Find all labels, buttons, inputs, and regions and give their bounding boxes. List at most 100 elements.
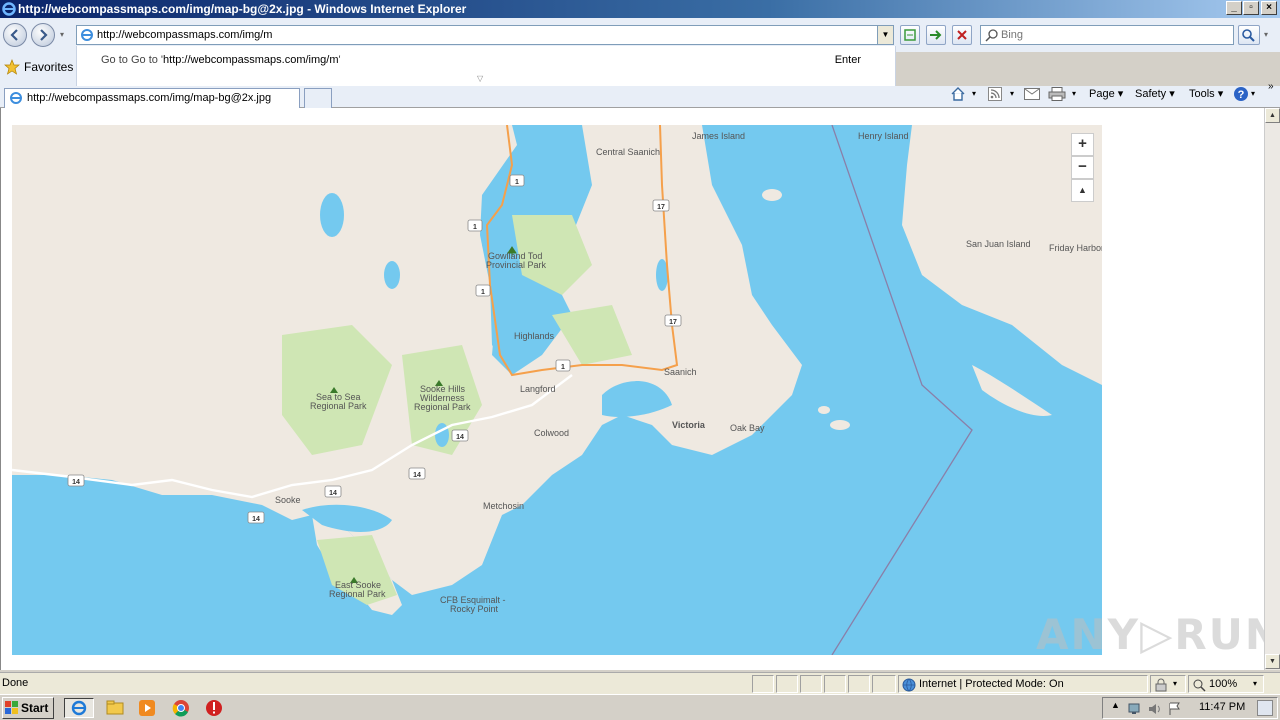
security-zone[interactable]: Internet | Protected Mode: On xyxy=(898,675,1148,693)
search-button[interactable] xyxy=(1238,25,1260,45)
help-icon[interactable]: ? xyxy=(1233,86,1249,102)
feeds-dropdown-icon[interactable]: ▾ xyxy=(1010,87,1014,101)
svg-text:1: 1 xyxy=(473,224,477,231)
label-oak-bay: Oak Bay xyxy=(730,423,765,433)
windows-logo-icon xyxy=(5,701,18,714)
go-button[interactable] xyxy=(926,25,946,45)
favorites-label: Favorites xyxy=(24,60,74,74)
mail-icon[interactable] xyxy=(1024,88,1040,100)
tray-expand-icon[interactable]: ▲ xyxy=(1111,700,1120,710)
print-icon[interactable] xyxy=(1048,87,1066,101)
route-shield-1-d: 1 xyxy=(555,359,571,372)
ie-logo-icon xyxy=(2,2,16,16)
svg-text:14: 14 xyxy=(72,479,80,486)
tab-current[interactable]: http://webcompassmaps.com/img/map-bg@2x.… xyxy=(4,88,300,108)
address-bar[interactable]: ▼ xyxy=(76,25,894,45)
label-eastsooke-2: Regional Park xyxy=(329,589,386,599)
page-menu[interactable]: Page ▾ xyxy=(1089,87,1123,101)
forward-button[interactable] xyxy=(31,23,55,47)
protected-mode-options[interactable]: ▾ xyxy=(1150,675,1186,693)
ie-icon xyxy=(71,700,87,716)
svg-text:?: ? xyxy=(1238,89,1245,101)
status-bar: Done Internet | Protected Mode: On ▾ 100… xyxy=(0,672,1280,694)
home-icon[interactable] xyxy=(950,86,966,102)
restore-button[interactable]: ▫ xyxy=(1243,1,1259,15)
goto-url: http://webcompassmaps.com/img/m xyxy=(163,54,339,66)
alert-app-icon[interactable] xyxy=(203,698,225,718)
chevron-more-icon[interactable]: » xyxy=(1268,80,1274,94)
vertical-scrollbar[interactable]: ▲ ▼ xyxy=(1264,108,1280,670)
search-box[interactable] xyxy=(980,25,1234,45)
new-tab-button[interactable] xyxy=(304,88,332,108)
back-arrow-icon xyxy=(10,29,18,41)
suggestion-expand-icon[interactable]: ▽ xyxy=(477,74,483,83)
label-colwood: Colwood xyxy=(534,428,569,438)
route-shield-14-a: 14 xyxy=(67,474,85,487)
label-san-juan-island: San Juan Island xyxy=(966,239,1031,249)
route-shield-1-c: 1 xyxy=(475,284,491,297)
label-langford: Langford xyxy=(520,384,556,394)
svg-text:14: 14 xyxy=(456,434,464,441)
media-player-icon[interactable] xyxy=(136,698,158,718)
map-image: 1 1 1 1 17 17 14 14 14 14 14 Central Saa… xyxy=(12,125,1102,655)
label-henry-island: Henry Island xyxy=(858,131,909,141)
search-input[interactable] xyxy=(1001,27,1229,43)
back-button[interactable] xyxy=(3,23,27,47)
zoom-in-button[interactable]: + xyxy=(1071,133,1094,156)
route-shield-1-b: 1 xyxy=(467,219,483,232)
taskbar-ie[interactable] xyxy=(64,698,94,718)
safety-menu[interactable]: Safety ▾ xyxy=(1135,87,1175,101)
page-favicon-icon xyxy=(81,29,93,41)
action-center-flag-icon[interactable] xyxy=(1167,701,1183,717)
address-dropdown-icon[interactable]: ▼ xyxy=(877,26,893,44)
zoom-level-control[interactable]: 100% ▾ xyxy=(1188,675,1264,693)
compatibility-view-button[interactable] xyxy=(900,25,920,45)
label-victoria: Victoria xyxy=(672,420,706,430)
tools-menu[interactable]: Tools ▾ xyxy=(1189,87,1223,101)
goto-suggestion[interactable]: Go to Go to 'http://webcompassmaps.com/i… xyxy=(101,54,341,66)
forward-arrow-icon xyxy=(40,29,48,41)
home-dropdown-icon[interactable]: ▾ xyxy=(972,87,976,101)
route-shield-14-b: 14 xyxy=(451,429,469,442)
network-icon[interactable] xyxy=(1127,701,1143,717)
explorer-folder-icon[interactable] xyxy=(104,698,126,718)
system-tray: ▲ 11:47 PM xyxy=(1102,697,1278,719)
status-cell xyxy=(776,675,798,693)
scroll-down-icon[interactable]: ▼ xyxy=(1265,654,1280,669)
zoom-level: 100% xyxy=(1209,678,1238,690)
tab-row: http://webcompassmaps.com/img/map-bg@2x.… xyxy=(0,86,1280,108)
svg-text:17: 17 xyxy=(669,319,677,326)
scroll-up-icon[interactable]: ▲ xyxy=(1265,108,1280,123)
label-metchosin: Metchosin xyxy=(483,501,524,511)
label-sooke: Sooke xyxy=(275,495,301,505)
compatibility-icon xyxy=(904,29,916,41)
islet-b xyxy=(830,420,850,430)
feeds-icon[interactable] xyxy=(988,87,1002,101)
help-dropdown-icon[interactable]: ▾ xyxy=(1251,87,1255,101)
history-dropdown-icon[interactable]: ▾ xyxy=(60,30,64,39)
label-sookehills-3: Regional Park xyxy=(414,402,471,412)
clock[interactable]: 11:47 PM xyxy=(1199,701,1245,713)
internet-globe-icon xyxy=(902,678,916,692)
svg-text:1: 1 xyxy=(515,179,519,186)
lake-a xyxy=(320,193,344,237)
print-dropdown-icon[interactable]: ▾ xyxy=(1072,87,1076,101)
search-options-icon[interactable]: ▾ xyxy=(1264,30,1268,39)
svg-text:14: 14 xyxy=(252,516,260,523)
start-label: Start xyxy=(21,701,49,715)
go-arrow-icon xyxy=(930,30,942,40)
volume-icon[interactable] xyxy=(1147,701,1163,717)
svg-text:17: 17 xyxy=(657,204,665,211)
close-button[interactable]: × xyxy=(1261,1,1277,15)
chrome-icon[interactable] xyxy=(170,698,192,718)
reset-north-button[interactable]: ▲ xyxy=(1071,179,1094,202)
show-desktop-button[interactable] xyxy=(1257,700,1273,716)
address-input[interactable] xyxy=(97,27,877,43)
magnifier-icon xyxy=(1242,29,1255,42)
stop-button[interactable] xyxy=(952,25,972,45)
zoom-out-button[interactable]: − xyxy=(1071,156,1094,179)
start-button[interactable]: Start xyxy=(2,697,54,719)
minimize-button[interactable]: _ xyxy=(1226,1,1242,15)
lock-gear-icon xyxy=(1155,678,1167,692)
label-seatosea-2: Regional Park xyxy=(310,401,367,411)
